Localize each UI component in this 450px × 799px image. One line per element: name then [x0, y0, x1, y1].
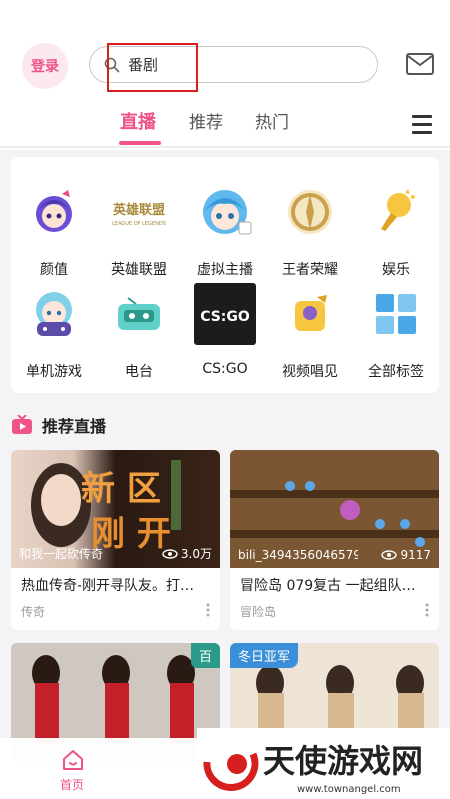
streamer-name: 和我一起砍传奇: [19, 547, 104, 561]
menu-icon[interactable]: [410, 112, 434, 136]
mail-icon[interactable]: [405, 51, 435, 77]
stream-card[interactable]: 新 区 刚 开 和我一起砍传奇 3.0万 热血传奇-刚开寻队友。打… 传奇: [11, 450, 220, 630]
beauty-mascot-icon: [23, 181, 85, 243]
search-input[interactable]: [128, 47, 328, 82]
lol-logo-icon: 英雄联盟 LEAGUE OF LEGENDS: [108, 181, 170, 243]
tab-hot[interactable]: 热门: [255, 108, 289, 133]
search-bar[interactable]: [89, 46, 378, 83]
home-icon: [63, 750, 83, 770]
section-title: 推荐直播: [42, 417, 107, 436]
svg-text:CS:GO: CS:GO: [200, 309, 250, 325]
stream-category: 传奇: [21, 605, 46, 619]
honor-of-kings-icon: [279, 181, 341, 243]
microphone-icon: [365, 181, 427, 243]
gamepad-mascot-icon: [23, 283, 85, 345]
live-badge: 百: [190, 643, 220, 668]
category-video-singing[interactable]: 视频唱见: [267, 277, 353, 380]
login-button[interactable]: 登录: [22, 43, 68, 89]
tab-recommend[interactable]: 推荐: [189, 108, 223, 133]
header-divider: [0, 146, 450, 148]
site-watermark: 天使游戏网 www.townangel.com: [197, 728, 450, 799]
thumbnail-text: 新 区: [81, 469, 161, 509]
category-lol[interactable]: 英雄联盟 LEAGUE OF LEGENDS 英雄联盟: [96, 175, 182, 278]
radio-icon: [108, 283, 170, 345]
stream-card[interactable]: bili_3494356046579… 9117 冒险岛 079复古 一起组队……: [230, 450, 439, 630]
stream-thumbnail: 新 区 刚 开 和我一起砍传奇 3.0万: [11, 450, 220, 568]
category-entertainment[interactable]: 娱乐: [353, 175, 439, 278]
category-grid: 颜值 英雄联盟 LEAGUE OF LEGENDS 英雄联盟 虚拟主播 王者荣耀…: [11, 157, 439, 393]
view-count: 3.0万: [162, 545, 212, 562]
sing-microphone-icon: [279, 283, 341, 345]
svg-text:LEAGUE OF LEGENDS: LEAGUE OF LEGENDS: [112, 221, 166, 227]
more-options-icon[interactable]: [425, 603, 429, 617]
category-single-player[interactable]: 单机游戏: [11, 277, 97, 380]
tab-bar: 直播 推荐 热门: [0, 104, 450, 148]
svg-text:英雄联盟: 英雄联盟: [112, 202, 165, 218]
category-radio[interactable]: 电台: [96, 277, 182, 380]
category-honor-of-kings[interactable]: 王者荣耀: [267, 175, 353, 278]
watermark-text: 天使游戏网: [263, 742, 423, 780]
stream-category: 冒险岛: [240, 605, 277, 619]
category-all-tags[interactable]: 全部标签: [353, 277, 439, 380]
active-tab-indicator: [119, 141, 161, 145]
category-csgo[interactable]: CS:GO CS:GO: [182, 277, 268, 377]
category-vtuber[interactable]: 虚拟主播: [182, 175, 268, 278]
stream-thumbnail: bili_3494356046579… 9117: [230, 450, 439, 568]
home-label: 首页: [60, 778, 85, 792]
vtuber-mascot-icon: [194, 181, 256, 243]
grid-tags-icon: [365, 283, 427, 345]
watermark-url: www.townangel.com: [297, 784, 401, 795]
eye-icon: [381, 550, 398, 560]
section-header-recommended: 推荐直播: [11, 413, 106, 437]
more-options-icon[interactable]: [206, 603, 210, 617]
tv-icon: [12, 415, 32, 434]
csgo-logo-icon: CS:GO: [194, 283, 256, 345]
stream-title: 冒险岛 079复古 一起组队…: [240, 578, 416, 594]
streamer-name: bili_3494356046579…: [238, 548, 358, 562]
category-beauty[interactable]: 颜值: [11, 175, 97, 278]
tab-live[interactable]: 直播: [120, 108, 156, 134]
search-icon: [104, 57, 120, 73]
header: 登录 直播 推荐 热门: [0, 0, 450, 150]
rank-badge: 冬日亚军: [230, 643, 299, 668]
view-count: 9117: [381, 548, 431, 562]
eye-icon: [162, 548, 178, 559]
stream-title: 热血传奇-刚开寻队友。打…: [21, 578, 195, 594]
